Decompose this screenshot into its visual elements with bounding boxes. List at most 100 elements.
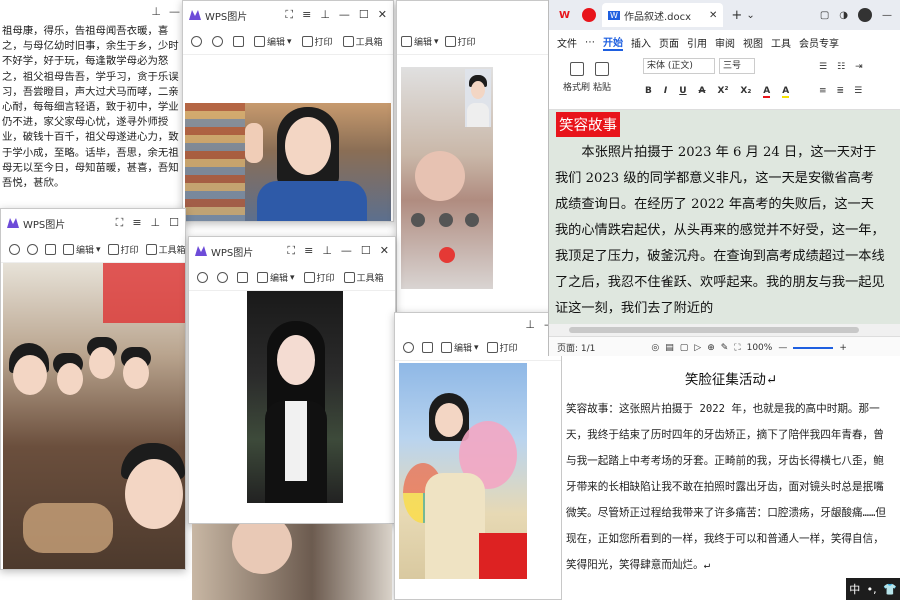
fullscreen-icon[interactable]: ⛶: [116, 216, 124, 230]
rotate-left-button[interactable]: [197, 272, 208, 283]
rotate-left-button[interactable]: [191, 36, 202, 47]
rotate-right-button[interactable]: [27, 244, 38, 255]
minimize-icon[interactable]: —: [882, 10, 892, 21]
page-view-icon[interactable]: ▤: [665, 343, 674, 353]
video-call-window[interactable]: 编辑 ▾ 打印: [396, 0, 556, 330]
new-tab-icon[interactable]: +: [731, 8, 742, 23]
pin-icon[interactable]: ⊥: [151, 5, 161, 18]
superscript-button[interactable]: X²: [718, 86, 729, 98]
pin-icon[interactable]: ⊥: [322, 244, 332, 258]
minimize-icon[interactable]: ☐: [169, 216, 179, 230]
mute-icon[interactable]: [411, 213, 425, 227]
shirt-icon[interactable]: 👕: [883, 583, 897, 596]
align-left-icon[interactable]: ≡: [819, 86, 827, 96]
print-button[interactable]: 打印: [107, 243, 139, 256]
toolbox-button[interactable]: 工具箱: [343, 271, 384, 284]
document-tab[interactable]: W 作品叙述.docx ✕: [602, 3, 724, 27]
skin-icon[interactable]: ◑: [839, 10, 848, 21]
rotate-right-button[interactable]: [217, 272, 228, 283]
toolbox-button[interactable]: 工具箱: [145, 243, 185, 256]
avatar[interactable]: [858, 8, 872, 22]
fit-icon[interactable]: ⛶: [734, 343, 740, 353]
font-select[interactable]: 宋体 (正文): [643, 58, 715, 74]
wps-image-window-2[interactable]: WPS图片 ⛶ ≡ ⊥ ☐ 编辑 ▾ 打印 工具箱: [0, 208, 186, 570]
wps-docer-tab[interactable]: [576, 3, 602, 27]
fullscreen-icon[interactable]: ⛶: [287, 244, 295, 258]
scrollbar-thumb[interactable]: [569, 327, 859, 333]
window-titlebar[interactable]: WPS图片 ⛶ ≡ ⊥ — ☐ ✕: [183, 1, 393, 29]
close-icon[interactable]: ✕: [378, 8, 387, 22]
edit-button[interactable]: 编辑 ▾: [441, 341, 479, 354]
window-titlebar[interactable]: WPS图片 ⛶ ≡ ⊥ — ☐ ✕: [189, 237, 395, 265]
menu-file[interactable]: 文件: [557, 35, 577, 50]
zoom-slider[interactable]: [793, 346, 834, 349]
menu-member[interactable]: 会员专享: [799, 35, 839, 50]
numbered-list-icon[interactable]: ☷: [837, 62, 845, 72]
punctuation-mode[interactable]: •,: [867, 583, 877, 596]
toolbox-button[interactable]: 工具箱: [342, 35, 383, 48]
bullet-list-icon[interactable]: ☰: [819, 62, 827, 72]
print-button[interactable]: 编辑 ▾: [401, 35, 439, 48]
print-button[interactable]: 打印: [301, 35, 333, 48]
focus-icon[interactable]: ◎: [651, 343, 659, 353]
bold-button[interactable]: B: [645, 86, 652, 98]
pin-icon[interactable]: ⊥: [320, 8, 330, 22]
camera-icon[interactable]: [465, 213, 479, 227]
print-button[interactable]: 打印: [486, 341, 518, 354]
minimize-icon[interactable]: —: [339, 8, 350, 22]
menu-icon[interactable]: ≡: [304, 244, 313, 258]
italic-button[interactable]: I: [664, 86, 667, 98]
menu-view[interactable]: 视图: [743, 35, 763, 50]
menu-icon[interactable]: ≡: [302, 8, 311, 22]
chevron-down-icon[interactable]: ⌄: [746, 10, 754, 21]
web-view-icon[interactable]: ⊕: [707, 343, 715, 353]
speaker-icon[interactable]: [439, 213, 453, 227]
wps-writer-window[interactable]: W W 作品叙述.docx ✕ + ⌄ ▢ ◑ — 文件 ⋯ 开始 插入 页面 …: [548, 0, 900, 356]
delete-button[interactable]: [233, 36, 244, 47]
hang-up-icon[interactable]: [439, 247, 455, 263]
play-icon[interactable]: ▷: [694, 343, 701, 353]
format-brush-button[interactable]: 格式刷: [563, 62, 590, 93]
menu-icon[interactable]: ≡: [132, 216, 141, 230]
zoom-in-icon[interactable]: +: [839, 343, 847, 353]
align-center-icon[interactable]: ≣: [837, 86, 845, 96]
close-icon[interactable]: ✕: [380, 244, 389, 258]
menu-references[interactable]: 引用: [687, 35, 707, 50]
wps-image-window-3[interactable]: WPS图片 ⛶ ≡ ⊥ — ☐ ✕ 编辑 ▾ 打印 工具箱: [188, 236, 396, 524]
fullscreen-icon[interactable]: ⛶: [285, 8, 293, 22]
pin-icon[interactable]: ⊥: [151, 216, 161, 230]
strikethrough-button[interactable]: A: [699, 86, 706, 98]
print-button[interactable]: 打印: [303, 271, 335, 284]
menu-home[interactable]: 开始: [603, 34, 623, 51]
edit-button[interactable]: 编辑 ▾: [257, 271, 295, 284]
horizontal-scrollbar[interactable]: [549, 324, 900, 336]
rotate-right-button[interactable]: [212, 36, 223, 47]
window-titlebar[interactable]: WPS图片 ⛶ ≡ ⊥ ☐: [1, 209, 185, 237]
minimize-icon[interactable]: —: [341, 244, 352, 258]
font-size-select[interactable]: 三号: [719, 58, 755, 74]
menu-more[interactable]: ⋯: [585, 37, 595, 48]
delete-button[interactable]: [45, 244, 56, 255]
document-page[interactable]: 笑容故事 本张照片拍摄于 2023 年 6 月 24 日，这一天对于我们 202…: [549, 110, 900, 324]
indent-icon[interactable]: ⇥: [855, 62, 863, 72]
window-titlebar[interactable]: ⊥ —: [395, 313, 561, 335]
wps-image-window-5[interactable]: ⊥ — 编辑▾ 打印: [394, 312, 562, 600]
menu-insert[interactable]: 插入: [631, 35, 651, 50]
rotate-left-button[interactable]: [9, 244, 20, 255]
close-tab-icon[interactable]: ✕: [709, 10, 717, 21]
maximize-icon[interactable]: ☐: [361, 244, 371, 258]
pin-icon[interactable]: ⊥: [525, 318, 535, 331]
pen-icon[interactable]: ✎: [721, 343, 729, 353]
subscript-button[interactable]: X₂: [740, 86, 751, 98]
delete-button[interactable]: [237, 272, 248, 283]
maximize-icon[interactable]: ☐: [359, 8, 369, 22]
minimize-icon[interactable]: —: [169, 5, 180, 18]
menu-page[interactable]: 页面: [659, 35, 679, 50]
delete-button[interactable]: [422, 342, 433, 353]
paste-button[interactable]: 粘贴: [593, 62, 611, 93]
highlight-button[interactable]: A: [782, 86, 790, 98]
wps-home-tab[interactable]: W: [553, 3, 576, 27]
ime-mode[interactable]: 中: [849, 581, 860, 597]
wps-image-window-1[interactable]: WPS图片 ⛶ ≡ ⊥ — ☐ ✕ 编辑 ▾ 打印 工具箱: [182, 0, 394, 222]
read-view-icon[interactable]: ▢: [680, 343, 689, 353]
